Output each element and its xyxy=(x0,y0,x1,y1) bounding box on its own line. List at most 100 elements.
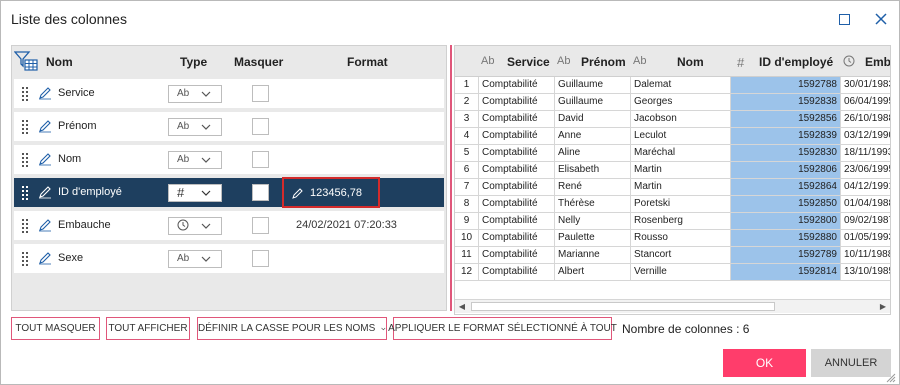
hide-checkbox[interactable] xyxy=(252,151,269,168)
grid-cell[interactable]: Thérèse xyxy=(555,196,631,213)
type-select[interactable]: Ab xyxy=(168,118,222,136)
hide-checkbox[interactable] xyxy=(252,217,269,234)
grid-cell[interactable]: 1592789 xyxy=(731,247,841,264)
grid-cell[interactable]: 1592788 xyxy=(731,77,841,94)
grid-cell[interactable]: Marianne xyxy=(555,247,631,264)
grid-cell[interactable]: Georges xyxy=(631,94,731,111)
column-row[interactable]: Sexe Ab xyxy=(14,244,444,273)
maximize-button[interactable] xyxy=(834,9,854,29)
scrollbar-thumb[interactable] xyxy=(471,302,775,311)
grid-row[interactable]: 3 Comptabilité David Jacobson 1592856 26/10/1… xyxy=(455,111,890,128)
grid-cell[interactable]: 23/06/1995 xyxy=(841,162,890,179)
resize-grip-icon[interactable] xyxy=(886,373,896,383)
grid-column-header[interactable]: Prénom xyxy=(581,55,626,69)
drag-handle-icon[interactable] xyxy=(22,120,28,134)
show-all-button[interactable]: TOUT AFFICHER xyxy=(106,317,190,340)
grid-cell[interactable]: Comptabilité xyxy=(479,230,555,247)
grid-cell[interactable]: 06/04/1995 xyxy=(841,94,890,111)
grid-cell[interactable]: Aline xyxy=(555,145,631,162)
grid-cell[interactable]: 04/12/1991 xyxy=(841,179,890,196)
drag-handle-icon[interactable] xyxy=(22,252,28,266)
horizontal-scrollbar[interactable]: ◀ ▶ xyxy=(455,299,890,313)
format-editor[interactable]: 123456,78 xyxy=(282,177,380,208)
type-select[interactable]: Ab xyxy=(168,151,222,169)
type-select[interactable] xyxy=(168,217,222,235)
grid-cell[interactable]: 1592838 xyxy=(731,94,841,111)
grid-cell[interactable]: 03/12/1990 xyxy=(841,128,890,145)
grid-cell[interactable]: Comptabilité xyxy=(479,162,555,179)
grid-cell[interactable]: Leculot xyxy=(631,128,731,145)
grid-cell[interactable]: Comptabilité xyxy=(479,111,555,128)
type-select[interactable]: Ab xyxy=(168,85,222,103)
grid-cell[interactable]: Comptabilité xyxy=(479,77,555,94)
grid-cell[interactable]: 1592850 xyxy=(731,196,841,213)
grid-cell[interactable]: Jacobson xyxy=(631,111,731,128)
grid-cell[interactable]: 01/04/1988 xyxy=(841,196,890,213)
grid-cell[interactable]: Rousso xyxy=(631,230,731,247)
format-value[interactable]: 24/02/2021 07:20:33 xyxy=(296,219,397,231)
grid-cell[interactable]: René xyxy=(555,179,631,196)
grid-cell[interactable]: 1592830 xyxy=(731,145,841,162)
edit-pencil-icon[interactable] xyxy=(38,152,52,166)
ok-button[interactable]: OK xyxy=(723,349,806,377)
grid-cell[interactable]: Nelly xyxy=(555,213,631,230)
apply-format-button[interactable]: APPLIQUER LE FORMAT SÉLECTIONNÉ À TOUT xyxy=(388,317,617,340)
grid-cell[interactable]: Guillaume xyxy=(555,77,631,94)
column-row[interactable]: Service Ab xyxy=(14,79,444,108)
grid-cell[interactable]: Comptabilité xyxy=(479,247,555,264)
grid-cell[interactable]: Maréchal xyxy=(631,145,731,162)
grid-cell[interactable]: 30/01/1983 xyxy=(841,77,890,94)
grid-row[interactable]: 5 Comptabilité Aline Maréchal 1592830 18/11/1… xyxy=(455,145,890,162)
grid-cell[interactable]: 1592864 xyxy=(731,179,841,196)
drag-handle-icon[interactable] xyxy=(22,219,28,233)
grid-row[interactable]: 8 Comptabilité Thérèse Poretski 1592850 01/04… xyxy=(455,196,890,213)
grid-row[interactable]: 6 Comptabilité Elisabeth Martin 1592806 23/06… xyxy=(455,162,890,179)
set-case-button[interactable]: DÉFINIR LA CASSE POUR LES NOMS xyxy=(197,317,387,340)
grid-cell[interactable]: Comptabilité xyxy=(479,179,555,196)
drag-handle-icon[interactable] xyxy=(22,186,28,200)
grid-cell[interactable]: 09/02/1987 xyxy=(841,213,890,230)
grid-cell[interactable]: Comptabilité xyxy=(479,128,555,145)
grid-cell[interactable]: Dalemat xyxy=(631,77,731,94)
grid-cell[interactable]: Elisabeth xyxy=(555,162,631,179)
grid-cell[interactable]: Stancort xyxy=(631,247,731,264)
grid-cell[interactable]: 26/10/1988 xyxy=(841,111,890,128)
grid-cell[interactable]: 01/05/1993 xyxy=(841,230,890,247)
drag-handle-icon[interactable] xyxy=(22,153,28,167)
edit-pencil-icon[interactable] xyxy=(38,251,52,265)
type-select[interactable]: Ab xyxy=(168,250,222,268)
hide-checkbox[interactable] xyxy=(252,184,269,201)
grid-cell[interactable]: David xyxy=(555,111,631,128)
grid-cell[interactable]: 1592800 xyxy=(731,213,841,230)
column-row[interactable]: Nom Ab xyxy=(14,145,444,174)
grid-cell[interactable]: 1592880 xyxy=(731,230,841,247)
grid-cell[interactable]: Paulette xyxy=(555,230,631,247)
grid-cell[interactable]: 1592806 xyxy=(731,162,841,179)
grid-row[interactable]: 7 Comptabilité René Martin 1592864 04/12/1991 xyxy=(455,179,890,196)
edit-pencil-icon[interactable] xyxy=(38,119,52,133)
column-row[interactable]: Embauche 24/02/2021 07:20:33 xyxy=(14,211,444,240)
edit-pencil-icon[interactable] xyxy=(38,86,52,100)
grid-cell[interactable]: 13/10/1985 xyxy=(841,264,890,281)
grid-cell[interactable]: Anne xyxy=(555,128,631,145)
grid-row[interactable]: 12 Comptabilité Albert Vernille 1592814 13/10… xyxy=(455,264,890,281)
edit-pencil-icon[interactable] xyxy=(38,218,52,232)
grid-column-header[interactable]: ID d'employé xyxy=(759,55,833,69)
scroll-right-icon[interactable]: ▶ xyxy=(876,300,890,313)
grid-row[interactable]: 10 Comptabilité Paulette Rousso 1592880 01/05… xyxy=(455,230,890,247)
grid-column-header[interactable]: Service xyxy=(507,55,550,69)
grid-cell[interactable]: Albert xyxy=(555,264,631,281)
grid-cell[interactable]: Guillaume xyxy=(555,94,631,111)
panel-splitter[interactable] xyxy=(450,45,452,311)
grid-cell[interactable]: 18/11/1993 xyxy=(841,145,890,162)
grid-cell[interactable]: Comptabilité xyxy=(479,145,555,162)
grid-row[interactable]: 1 Comptabilité Guillaume Dalemat 1592788 30/0… xyxy=(455,77,890,94)
filter-table-icon[interactable] xyxy=(14,51,38,71)
drag-handle-icon[interactable] xyxy=(22,87,28,101)
grid-column-header[interactable]: Nom xyxy=(677,55,704,69)
hide-all-button[interactable]: TOUT MASQUER xyxy=(11,317,100,340)
grid-cell[interactable]: Rosenberg xyxy=(631,213,731,230)
column-row[interactable]: Prénom Ab xyxy=(14,112,444,141)
hide-checkbox[interactable] xyxy=(252,118,269,135)
grid-column-header[interactable]: Emba xyxy=(865,55,890,69)
